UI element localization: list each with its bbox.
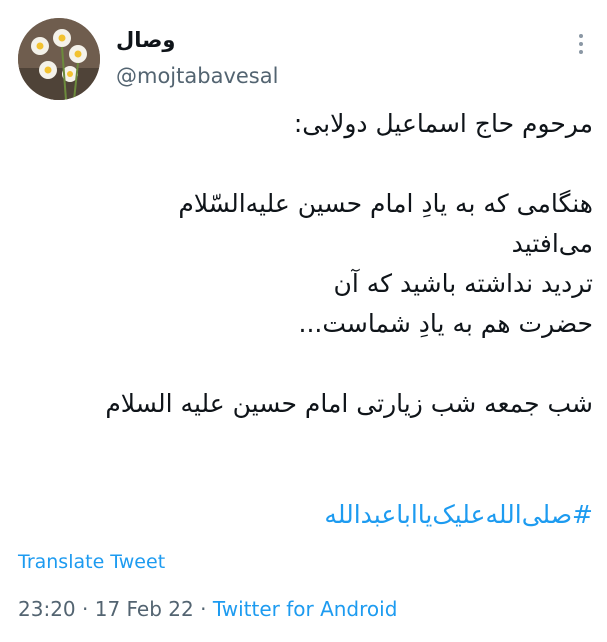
hashtag-link[interactable]: #صلی‌الله‌علیک‌یااباعبدالله	[18, 500, 593, 529]
display-name[interactable]: وصال	[116, 28, 175, 52]
translate-tweet-link[interactable]: Translate Tweet	[18, 551, 165, 573]
avatar[interactable]	[18, 18, 100, 100]
tweet-metadata: 23:20 · 17 Feb 22 · Twitter for Android	[18, 597, 397, 621]
tweet-card: وصال @mojtabavesal مرحوم حاج اسماعیل دول…	[0, 0, 607, 642]
tweet-line: می‌افتید	[511, 229, 593, 258]
tweet-line: هنگامی که به یادِ امام حسین علیه‌السّلام	[178, 189, 593, 218]
more-options-icon[interactable]	[569, 32, 593, 56]
meta-separator: ·	[193, 597, 213, 621]
tweet-line: شب جمعه شب زیارتی امام حسین علیه السلام	[105, 389, 593, 418]
tweet-text: مرحوم حاج اسماعیل دولابی: هنگامی که به ی…	[18, 104, 593, 424]
tweet-line: مرحوم حاج اسماعیل دولابی:	[293, 109, 593, 138]
meta-separator: ·	[75, 597, 95, 621]
user-handle[interactable]: @mojtabavesal	[116, 64, 278, 88]
tweet-time[interactable]: 23:20	[18, 597, 76, 621]
tweet-line: تردید نداشته باشید که آن	[333, 269, 593, 298]
tweet-line: حضرت هم به یادِ شماست...	[298, 309, 594, 338]
tweet-date[interactable]: 17 Feb 22	[95, 597, 194, 621]
narcissus-flowers-image	[18, 18, 100, 100]
tweet-source-link[interactable]: Twitter for Android	[213, 597, 398, 621]
